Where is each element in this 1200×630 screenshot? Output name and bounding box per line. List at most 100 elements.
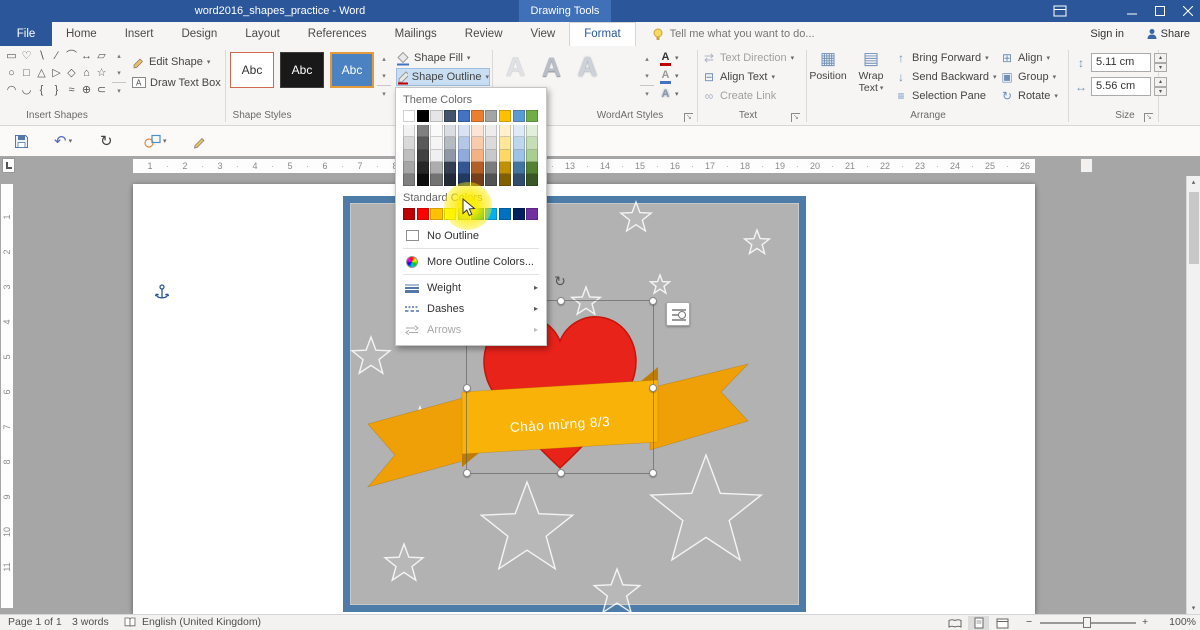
shape-style-preset[interactable]: Abc [280, 52, 324, 88]
theme-color-variant-swatch[interactable] [430, 137, 442, 149]
star-shape[interactable] [621, 202, 651, 231]
theme-color-variant-swatch[interactable] [430, 174, 442, 186]
tab-design[interactable]: Design [167, 22, 231, 46]
theme-color-variant-swatch[interactable] [458, 174, 470, 186]
rotate-handle-icon[interactable]: ↻ [552, 273, 568, 289]
theme-color-variant-swatch[interactable] [444, 150, 456, 162]
tab-file[interactable]: File [0, 22, 52, 46]
standard-color-swatch[interactable] [403, 208, 415, 220]
theme-color-variant-swatch[interactable] [499, 150, 511, 162]
tell-me-box[interactable]: Tell me what you want to do... [652, 22, 815, 46]
text-effects-button[interactable]: A ▾ [660, 85, 679, 103]
theme-color-variant-swatch[interactable] [513, 174, 525, 186]
shape-gallery-item[interactable]: } [49, 82, 64, 99]
wordart-more-icon[interactable]: ▾ [640, 85, 654, 102]
theme-color-variant-swatch[interactable] [485, 125, 497, 137]
shape-gallery-item[interactable]: ▱ [94, 48, 109, 65]
shape-width-stepper[interactable]: ▴ ▾ [1154, 77, 1167, 96]
share-button[interactable]: Share [1147, 22, 1190, 46]
theme-color-variant-swatch[interactable] [471, 174, 483, 186]
star-shape[interactable] [651, 455, 761, 560]
tab-home[interactable]: Home [52, 22, 111, 46]
more-outline-colors-menu-item[interactable]: More Outline Colors... [403, 251, 539, 272]
resize-handle-top-right[interactable] [649, 297, 657, 305]
star-shape[interactable] [481, 482, 572, 569]
resize-handle-bottom-left[interactable] [463, 469, 471, 477]
theme-color-variant-swatch[interactable] [458, 162, 470, 174]
wordart-style-sample[interactable]: A [574, 48, 601, 86]
document-area[interactable]: Chào mừng 8/3 ↻ [14, 176, 1186, 614]
theme-color-variant-swatch[interactable] [513, 137, 525, 149]
standard-color-swatch[interactable] [430, 208, 442, 220]
theme-color-variant-swatch[interactable] [444, 137, 456, 149]
standard-color-swatch[interactable] [471, 208, 483, 220]
scrollbar-up-icon[interactable]: ▴ [1187, 178, 1200, 186]
redo-button[interactable]: ↻ [100, 131, 113, 151]
standard-color-swatch[interactable] [513, 208, 525, 220]
undo-button[interactable]: ↶ ▾ [54, 131, 72, 151]
text-outline-button[interactable]: A ▾ [660, 67, 679, 85]
vertical-scrollbar[interactable]: ▴ ▾ [1186, 176, 1200, 614]
shape-gallery-item[interactable]: ▭ [4, 48, 19, 65]
standard-color-swatch[interactable] [526, 208, 538, 220]
arrows-menu-item[interactable]: Arrows ▸ [403, 319, 539, 340]
zoom-level[interactable]: 100% [1160, 615, 1196, 630]
maximize-icon[interactable] [1146, 0, 1173, 22]
theme-color-variant-swatch[interactable] [458, 150, 470, 162]
standard-color-swatch[interactable] [444, 208, 456, 220]
tab-mailings[interactable]: Mailings [381, 22, 451, 46]
theme-color-variant-swatch[interactable] [417, 162, 429, 174]
close-icon[interactable] [1174, 0, 1200, 22]
standard-color-swatch[interactable] [499, 208, 511, 220]
theme-color-variant-swatch[interactable] [417, 150, 429, 162]
language-status[interactable]: English (United Kingdom) [142, 615, 261, 630]
shape-gallery-item[interactable]: ↔ [79, 48, 94, 65]
shape-gallery-item[interactable]: ⌒ [64, 48, 79, 65]
rotate-button[interactable]: ↻ Rotate ▾ [1000, 87, 1058, 105]
selection-pane-button[interactable]: ≡ Selection Pane [894, 87, 986, 105]
theme-color-variant-swatch[interactable] [499, 125, 511, 137]
theme-color-variant-swatch[interactable] [513, 162, 525, 174]
theme-color-variant-swatch[interactable] [403, 174, 415, 186]
theme-color-variant-swatch[interactable] [417, 125, 429, 137]
text-dialog-launcher[interactable] [791, 113, 800, 122]
no-outline-menu-item[interactable]: No Outline [403, 225, 539, 246]
position-button[interactable]: ▦ Position [808, 48, 848, 108]
theme-color-swatch[interactable] [471, 110, 483, 122]
theme-color-variant-swatch[interactable] [458, 137, 470, 149]
star-shape[interactable] [352, 337, 390, 373]
shape-gallery-item[interactable]: ◠ [4, 82, 19, 99]
theme-color-variant-swatch[interactable] [485, 137, 497, 149]
theme-color-swatch[interactable] [499, 110, 511, 122]
horizontal-ruler[interactable]: 12·3·4·5·6·7·8·9·10·11·12·13·14·15·16·17… [133, 159, 1035, 173]
preset-scroll-up-icon[interactable]: ▴ [377, 51, 391, 68]
shape-gallery-item[interactable]: ⊂ [94, 82, 109, 99]
page-number-status[interactable]: Page 1 of 1 [8, 615, 62, 630]
theme-color-variant-swatch[interactable] [485, 162, 497, 174]
zoom-in-button[interactable]: + [1142, 615, 1148, 630]
stepper-up-icon[interactable]: ▴ [1154, 53, 1167, 63]
banner-right-tail[interactable] [650, 364, 748, 450]
wrap-text-button[interactable]: ▤ Wrap Text▾ [851, 48, 891, 108]
theme-color-swatch[interactable] [417, 110, 429, 122]
theme-color-variant-swatch[interactable] [526, 174, 538, 186]
theme-color-variant-swatch[interactable] [513, 125, 525, 137]
theme-color-variant-swatch[interactable] [485, 150, 497, 162]
theme-color-variant-swatch[interactable] [471, 162, 483, 174]
shape-style-preset[interactable]: Abc [330, 52, 374, 88]
stepper-up-icon[interactable]: ▴ [1154, 77, 1167, 87]
shape-gallery-item[interactable]: ♡ [19, 48, 34, 65]
theme-color-variant-swatch[interactable] [403, 137, 415, 149]
shapes-quick-button[interactable]: ▾ [144, 131, 167, 151]
weight-menu-item[interactable]: Weight ▸ [403, 277, 539, 298]
shape-gallery-item[interactable]: ⌂ [79, 65, 94, 82]
print-layout-button[interactable] [968, 616, 989, 630]
theme-color-variant-swatch[interactable] [403, 150, 415, 162]
drawing-tools-contextual-tab[interactable]: Drawing Tools [519, 0, 611, 22]
resize-handle-middle-right[interactable] [649, 384, 657, 392]
theme-color-swatch[interactable] [485, 110, 497, 122]
dashes-menu-item[interactable]: Dashes ▸ [403, 298, 539, 319]
text-direction-button[interactable]: ⇄ Text Direction ▾ [702, 49, 794, 67]
shape-gallery-item[interactable]: □ [19, 65, 34, 82]
theme-color-variant-swatch[interactable] [471, 150, 483, 162]
